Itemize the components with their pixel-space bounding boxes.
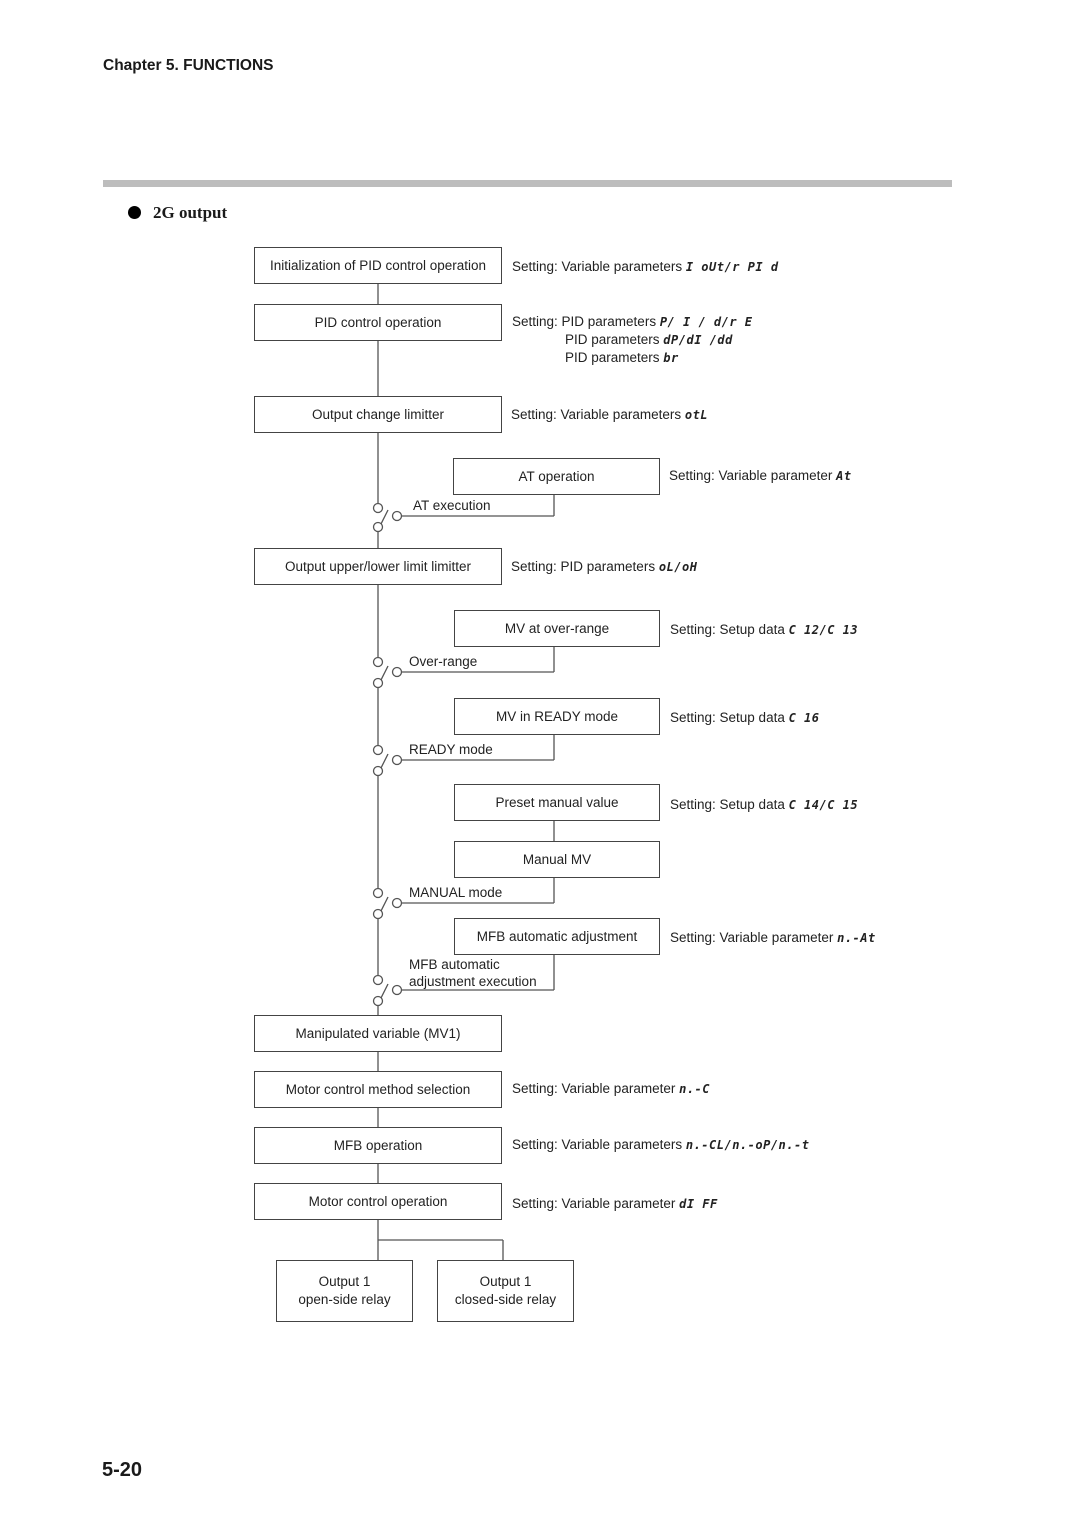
segment-code: otL bbox=[684, 408, 709, 422]
segment-code: br bbox=[663, 351, 679, 365]
segment-code: n.-At bbox=[837, 931, 876, 945]
segment-code: dP/dI /dd bbox=[663, 333, 733, 347]
switch-label-mfb-exec-2: adjustment execution bbox=[409, 974, 537, 989]
box-output-limit-limiter: Output upper/lower limit limitter bbox=[254, 548, 502, 585]
setting-prefix: Setting: Setup data bbox=[670, 622, 789, 637]
setting-ready: Setting: Setup data C 16 bbox=[670, 709, 820, 727]
box-preset-manual: Preset manual value bbox=[454, 784, 660, 821]
box-mv-ready: MV in READY mode bbox=[454, 698, 660, 735]
box-output-open-relay: Output 1 open-side relay bbox=[276, 1260, 413, 1322]
setting-prefix: PID parameters bbox=[565, 332, 664, 347]
setting-output-change: Setting: Variable parameters otL bbox=[511, 406, 708, 424]
segment-code: C 12/C 13 bbox=[788, 623, 859, 637]
setting-mfb-auto: Setting: Variable parameter n.-At bbox=[670, 929, 876, 947]
box-pid-control: PID control operation bbox=[254, 304, 502, 341]
box-mfb-operation: MFB operation bbox=[254, 1127, 502, 1164]
segment-code: n.-C bbox=[679, 1082, 710, 1096]
setting-prefix: Setting: Variable parameters bbox=[511, 407, 685, 422]
segment-code: oL/oH bbox=[658, 560, 698, 574]
setting-prefix: PID parameters bbox=[565, 350, 664, 365]
segment-code: C 16 bbox=[788, 711, 820, 725]
setting-prefix: Setting: Variable parameters bbox=[512, 1137, 686, 1152]
setting-pid-1: Setting: PID parameters P/ I / d/r E bbox=[512, 313, 753, 331]
setting-prefix: Setting: Variable parameter bbox=[512, 1081, 680, 1096]
output-open-line1: Output 1 bbox=[318, 1274, 371, 1289]
setting-prefix: Setting: Variable parameter bbox=[512, 1196, 680, 1211]
box-manual-mv: Manual MV bbox=[454, 841, 660, 878]
switch-label-mfb-exec-1: MFB automatic bbox=[409, 957, 500, 972]
box-at-operation: AT operation bbox=[453, 458, 660, 495]
segment-code: dI FF bbox=[679, 1197, 718, 1211]
switch-label-at-execution: AT execution bbox=[413, 498, 491, 513]
setting-prefix: Setting: Variable parameters bbox=[512, 259, 686, 274]
box-motor-control: Motor control operation bbox=[254, 1183, 502, 1220]
box-mv-over-range: MV at over-range bbox=[454, 610, 660, 647]
switch-label-ready-mode: READY mode bbox=[409, 742, 493, 757]
setting-at: Setting: Variable parameter At bbox=[669, 467, 852, 485]
page-number: 5-20 bbox=[102, 1459, 143, 1481]
setting-mfb-operation: Setting: Variable parameters n.-CL/n.-oP… bbox=[512, 1136, 809, 1154]
setting-prefix: Setting: PID parameters bbox=[512, 314, 660, 329]
switch-contact bbox=[372, 502, 384, 514]
setting-pid-3: PID parameters br bbox=[565, 349, 679, 367]
setting-init-pid: Setting: Variable parameters I oUt/r PI … bbox=[512, 258, 779, 276]
segment-code: n.-CL/n.-oP/n.-t bbox=[685, 1138, 810, 1152]
switch-label-over-range: Over-range bbox=[409, 654, 478, 669]
setting-over-range: Setting: Setup data C 12/C 13 bbox=[670, 621, 858, 639]
setting-prefix: Setting: Variable parameter bbox=[670, 930, 838, 945]
switch-lever bbox=[380, 509, 389, 525]
box-mfb-auto-adjust: MFB automatic adjustment bbox=[454, 918, 660, 955]
setting-prefix: Setting: Setup data bbox=[670, 710, 789, 725]
setting-motor-method: Setting: Variable parameter n.-C bbox=[512, 1080, 710, 1098]
output-open-line2: open-side relay bbox=[298, 1292, 391, 1307]
box-motor-method: Motor control method selection bbox=[254, 1071, 502, 1108]
setting-prefix: Setting: Setup data bbox=[670, 797, 789, 812]
setting-motor-control: Setting: Variable parameter dI FF bbox=[512, 1195, 718, 1213]
segment-code: C 14/C 15 bbox=[788, 798, 859, 812]
setting-output-limit: Setting: PID parameters oL/oH bbox=[511, 558, 697, 576]
segment-code: I oUt/r PI d bbox=[685, 260, 779, 274]
setting-prefix: Setting: PID parameters bbox=[511, 559, 659, 574]
box-mv1: Manipulated variable (MV1) bbox=[254, 1015, 502, 1052]
switch-contact bbox=[391, 510, 403, 522]
box-init-pid: Initialization of PID control operation bbox=[254, 247, 502, 284]
switch-label-manual-mode: MANUAL mode bbox=[409, 885, 503, 900]
output-closed-line1: Output 1 bbox=[479, 1274, 532, 1289]
output-closed-line2: closed-side relay bbox=[454, 1292, 557, 1307]
box-output-change-limiter: Output change limitter bbox=[254, 396, 502, 433]
setting-pid-2: PID parameters dP/dI /dd bbox=[565, 331, 733, 349]
box-output-closed-relay: Output 1 closed-side relay bbox=[437, 1260, 574, 1322]
segment-code: At bbox=[836, 469, 852, 483]
segment-code: P/ I / d/r E bbox=[659, 315, 753, 329]
setting-prefix: Setting: Variable parameter bbox=[669, 468, 837, 483]
setting-preset-manual: Setting: Setup data C 14/C 15 bbox=[670, 796, 858, 814]
